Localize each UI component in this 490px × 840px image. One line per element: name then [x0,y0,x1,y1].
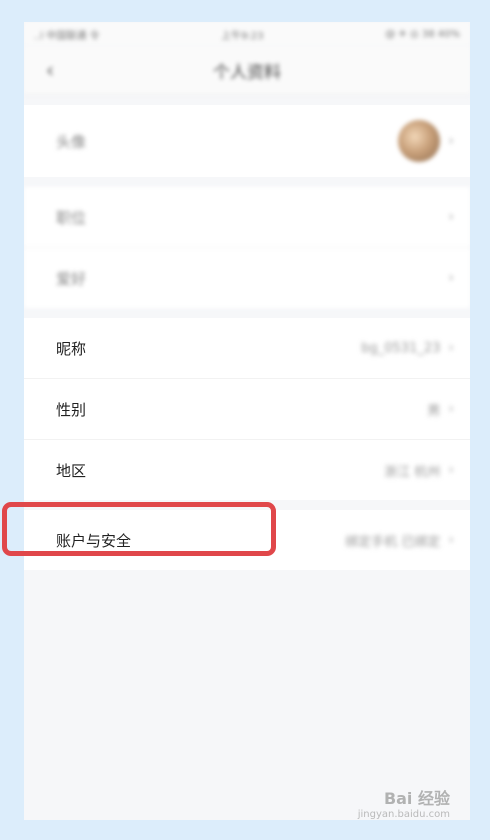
avatar-label: 头像 [56,132,87,151]
screenshot-root: { "statusbar": { "carrier": "..l 中国联通 令"… [0,0,490,840]
hobby-label: 爱好 [56,269,87,288]
chevron-left-icon[interactable]: ‹ [46,58,54,82]
nickname-value: bg_0531_23 [361,340,441,356]
watermark-url: jingyan.baidu.com [357,809,450,820]
avatar [398,120,441,162]
job-label: 职位 [56,208,87,227]
nickname-row[interactable]: 昵称 bg_0531_23 › [24,318,470,379]
account-security-value: 绑定手机 已绑定 [345,534,441,550]
region-value: 浙江 杭州 [384,464,441,480]
chevron-right-icon: › [448,133,454,149]
baidu-watermark: Bai 经验 jingyan.baidu.com [358,785,450,820]
group-profile-extra: 职位 › 爱好 › [24,187,470,308]
gender-value: 男 [427,403,441,419]
phone-screen: ..l 中国联通 令 上午9:23 @ ✈ ◎ 38 40% ‹ 个人资料 头像… [24,22,470,820]
region-label: 地区 [56,461,87,480]
group-basic-info: 昵称 bg_0531_23 › 性别 男 › 地区 浙江 杭州 › [24,318,470,500]
chevron-right-icon: › [448,340,454,356]
hobby-row[interactable]: 爱好 › [24,248,470,308]
job-row[interactable]: 职位 › [24,187,470,248]
page-title: 个人资料 [213,62,281,83]
nav-bar: ‹ 个人资料 [24,46,470,95]
chevron-right-icon: › [448,401,454,417]
chevron-right-icon: › [448,462,454,478]
chevron-right-icon: › [448,209,454,225]
highlight-box [2,502,276,556]
carrier-signal: ..l 中国联通 令 [34,30,100,42]
region-row[interactable]: 地区 浙江 杭州 › [24,440,470,500]
chevron-right-icon: › [448,532,454,548]
chevron-right-icon: › [448,270,454,286]
watermark-main: Bai 经验 [383,789,450,808]
group-avatar: 头像 › [24,105,470,177]
avatar-row[interactable]: 头像 › [24,105,470,177]
gender-label: 性别 [56,400,87,419]
clock: 上午9:23 [221,30,264,42]
nickname-label: 昵称 [56,339,87,358]
battery-indicator: @ ✈ ◎ 38 40% [385,28,460,40]
status-bar: ..l 中国联通 令 上午9:23 @ ✈ ◎ 38 40% [24,22,470,46]
gender-row[interactable]: 性别 男 › [24,379,470,440]
